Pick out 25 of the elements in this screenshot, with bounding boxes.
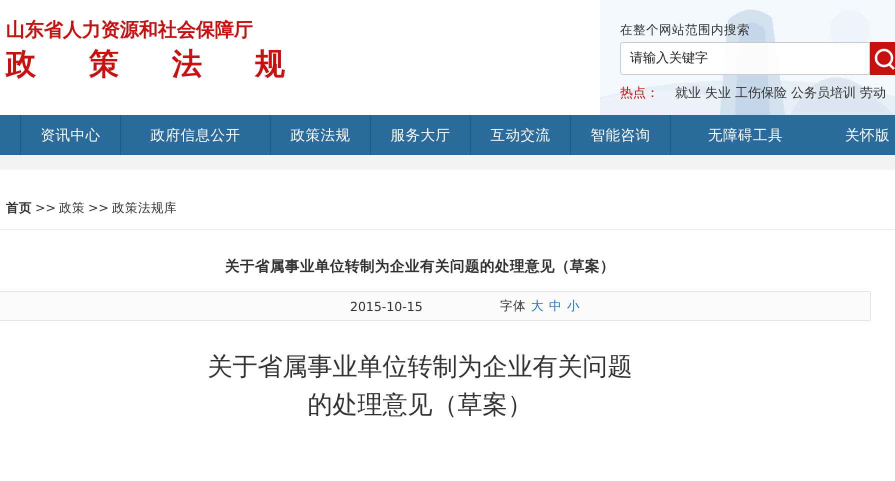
hot-label: 热点： bbox=[620, 85, 659, 102]
search-field[interactable]: 请输入关键字 bbox=[620, 42, 870, 75]
article-title: 的处理意见（草案） bbox=[306, 389, 534, 421]
font-size-link[interactable]: 大 bbox=[531, 298, 544, 314]
site-title: 山东省人力资源和社会保障厅 bbox=[6, 18, 254, 43]
hot-link[interactable]: 劳动 bbox=[860, 84, 886, 102]
hot-link[interactable]: 就业 bbox=[675, 84, 701, 102]
section-title: 政 策 法 规 bbox=[6, 47, 286, 83]
article-title: 关于省属事业单位转制为企业有关问题 bbox=[206, 351, 634, 383]
breadcrumb-link[interactable]: 政策法规库 bbox=[112, 200, 177, 217]
font-size-label: 字体 bbox=[500, 298, 526, 314]
font-size-link[interactable]: 中 bbox=[549, 298, 562, 314]
hot-link[interactable]: 工伤保险 bbox=[735, 84, 787, 102]
breadcrumb-separator: >> bbox=[88, 200, 109, 217]
font-size-link[interactable]: 小 bbox=[567, 298, 580, 314]
hot-link[interactable]: 公务员培训 bbox=[791, 84, 856, 102]
hot-link[interactable]: 失业 bbox=[705, 84, 731, 102]
search-icon bbox=[873, 48, 895, 70]
nav-item[interactable]: 关怀版 bbox=[820, 115, 895, 155]
breadcrumb-link[interactable]: 首页 bbox=[6, 200, 32, 217]
breadcrumb-link[interactable]: 政策 bbox=[58, 200, 85, 217]
article-heading: 关于省属事业单位转制为企业有关问题的处理意见（草案） bbox=[224, 257, 616, 277]
search-label: 在整个网站范围内搜索 bbox=[620, 22, 751, 39]
publish-date: 2015-10-15 bbox=[350, 298, 424, 314]
breadcrumb-separator: >> bbox=[35, 200, 56, 217]
